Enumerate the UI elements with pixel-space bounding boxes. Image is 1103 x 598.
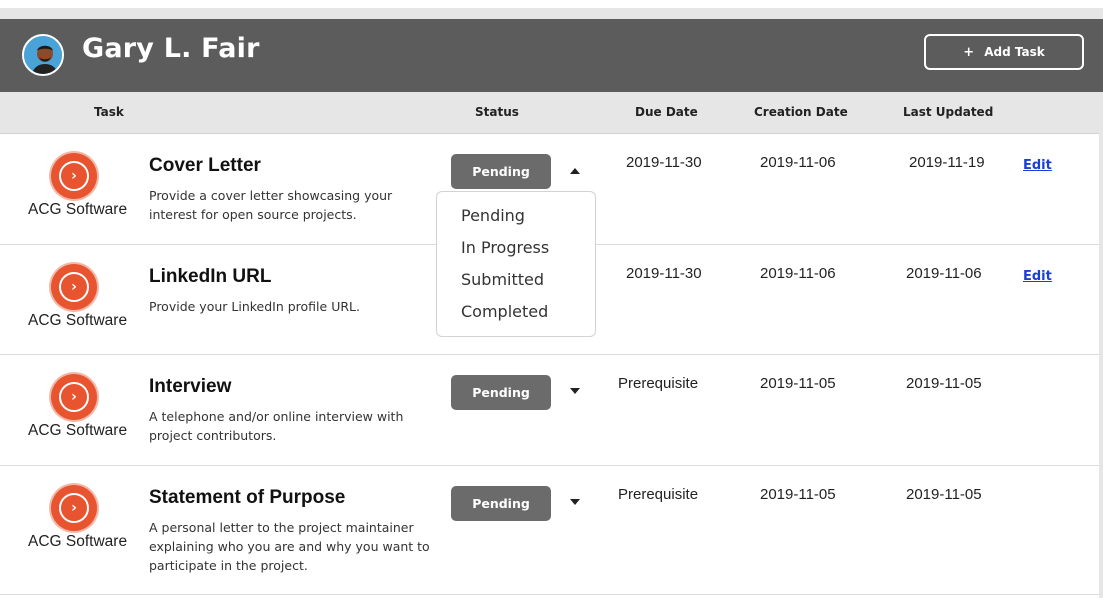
task-title: Interview xyxy=(149,376,232,397)
dropdown-option-pending[interactable]: Pending xyxy=(437,204,595,236)
task-description: A telephone and/or online interview with… xyxy=(149,409,404,443)
col-creation-date: Creation Date xyxy=(754,105,848,119)
right-border xyxy=(1099,92,1103,598)
table-header: Task Status Due Date Creation Date Last … xyxy=(0,92,1103,134)
edit-link[interactable]: Edit xyxy=(1023,269,1052,284)
caret-down-icon[interactable] xyxy=(566,493,584,511)
col-last-updated: Last Updated xyxy=(903,105,994,119)
dropdown-option-completed[interactable]: Completed xyxy=(437,300,595,332)
user-avatar-icon xyxy=(22,34,64,76)
table-row: › ACG Software Statement of Purpose A pe… xyxy=(0,466,1103,595)
due-date: Prerequisite xyxy=(618,486,699,503)
company-name: ACG Software xyxy=(28,422,128,439)
top-strip xyxy=(0,0,1103,8)
status-button[interactable]: Pending xyxy=(451,486,551,521)
creation-date: 2019-11-06 xyxy=(760,265,836,282)
status-button[interactable]: Pending xyxy=(451,375,551,410)
company-name: ACG Software xyxy=(28,312,128,329)
col-status: Status xyxy=(475,105,519,119)
company-logo-icon[interactable]: › xyxy=(51,264,97,310)
task-description: Provide your LinkedIn profile URL. xyxy=(149,299,360,314)
company-logo-icon[interactable]: › xyxy=(51,485,97,531)
last-updated: 2019-11-05 xyxy=(906,486,982,503)
company-name: ACG Software xyxy=(28,201,128,218)
dropdown-option-submitted[interactable]: Submitted xyxy=(437,268,595,300)
due-date: 2019-11-30 xyxy=(626,154,702,171)
col-task: Task xyxy=(94,105,124,119)
app-header: Gary L. Fair + Add Task xyxy=(0,19,1103,92)
last-updated: 2019-11-06 xyxy=(906,265,982,282)
due-date: 2019-11-30 xyxy=(626,265,702,282)
caret-up-icon[interactable] xyxy=(566,162,584,180)
creation-date: 2019-11-05 xyxy=(760,375,836,392)
company-name: ACG Software xyxy=(28,533,128,550)
plus-icon: + xyxy=(963,44,975,60)
company-logo-icon[interactable]: › xyxy=(51,374,97,420)
task-title: LinkedIn URL xyxy=(149,266,272,287)
due-date: Prerequisite xyxy=(618,375,699,392)
task-description: Provide a cover letter showcasing your i… xyxy=(149,188,393,222)
last-updated: 2019-11-19 xyxy=(909,154,985,171)
add-task-button[interactable]: + Add Task xyxy=(924,34,1084,70)
creation-date: 2019-11-05 xyxy=(760,486,836,503)
edit-link[interactable]: Edit xyxy=(1023,158,1052,173)
page-title: Gary L. Fair xyxy=(82,33,260,64)
status-button[interactable]: Pending xyxy=(451,154,551,189)
task-description: A personal letter to the project maintai… xyxy=(149,520,430,573)
col-due-date: Due Date xyxy=(635,105,698,119)
top-strip-gray xyxy=(0,8,1103,19)
add-task-label: Add Task xyxy=(984,45,1045,59)
creation-date: 2019-11-06 xyxy=(760,154,836,171)
status-dropdown-menu: Pending In Progress Submitted Completed xyxy=(436,191,596,337)
last-updated: 2019-11-05 xyxy=(906,375,982,392)
table-row: › ACG Software Interview A telephone and… xyxy=(0,355,1103,466)
company-logo-icon[interactable]: › xyxy=(51,153,97,199)
task-title: Cover Letter xyxy=(149,155,261,176)
task-title: Statement of Purpose xyxy=(149,487,346,508)
dropdown-option-in-progress[interactable]: In Progress xyxy=(437,236,595,268)
caret-down-icon[interactable] xyxy=(566,382,584,400)
